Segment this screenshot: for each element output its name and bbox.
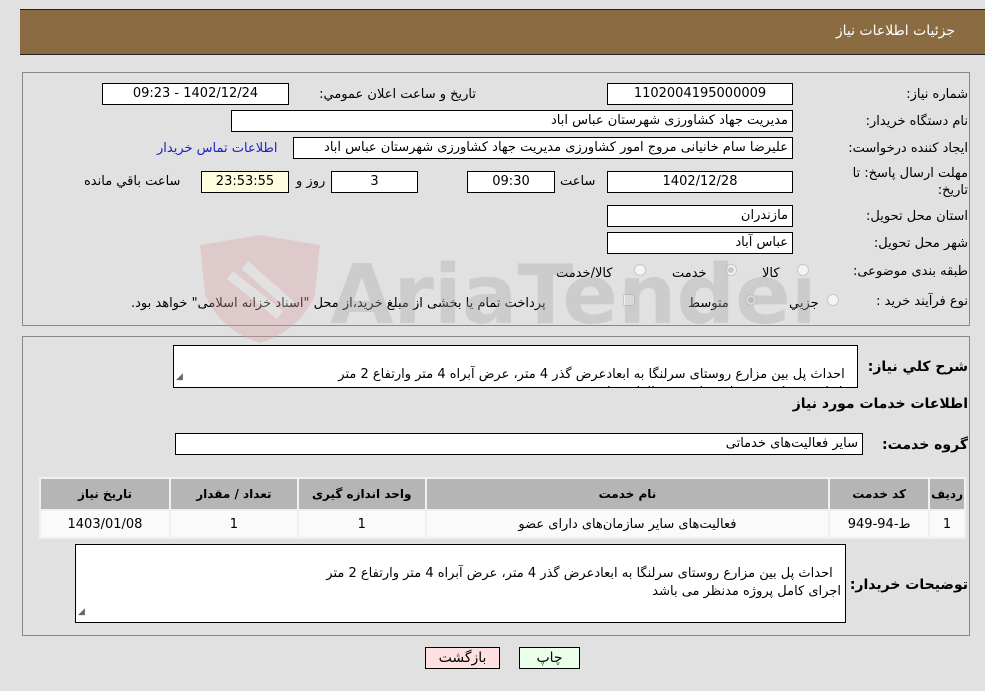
cell-quantity: 1 [170, 511, 297, 537]
resize-grip-icon[interactable]: ◢ [78, 603, 85, 621]
page-header: جزئیات اطلاعات نیاز [20, 9, 985, 55]
table-row: 1 ط-94-949 فعالیت‌های سایر سازمان‌های دا… [41, 511, 964, 537]
category-label: طبقه بندی موضوعی: [852, 264, 968, 279]
process-radio-medium[interactable] [745, 294, 757, 306]
deadline-date-field: 1402/12/28 [607, 171, 793, 193]
buyer-notes-text: احداث پل بین مزارع روستای سرلنگا به ابعا… [326, 566, 841, 599]
city-field: عباس آباد [607, 232, 793, 254]
need-number-label: شماره نیاز: [906, 87, 968, 102]
table-header-row: رديف کد خدمت نام خدمت واحد اندازه گيری ت… [41, 479, 964, 509]
col-service-code: کد خدمت [830, 479, 929, 509]
services-table: رديف کد خدمت نام خدمت واحد اندازه گيری ت… [39, 477, 966, 539]
back-button[interactable]: بازگشت [425, 647, 500, 669]
process-radio-minor[interactable] [827, 294, 839, 306]
summary-textarea[interactable]: احداث پل بین مزارع روستای سرلنگا به ابعا… [173, 345, 858, 388]
deadline-label: مهلت ارسال پاسخ: تا تاریخ: [852, 166, 968, 198]
print-button[interactable]: چاپ [519, 647, 580, 669]
category-option-goods-service: کالا/خدمت [556, 266, 613, 281]
col-service-name: نام خدمت [426, 479, 829, 509]
category-option-service: خدمت [672, 266, 707, 281]
announce-label: تاریخ و ساعت اعلان عمومي: [319, 87, 476, 102]
service-group-field: سایر فعالیت‌های خدماتی [175, 433, 863, 455]
deadline-time-label: ساعت [560, 174, 596, 189]
buyer-notes-label: توضيحات خريدار: [849, 577, 968, 593]
cell-service-name: فعالیت‌های سایر سازمان‌های دارای عضو [426, 511, 829, 537]
treasury-note: پرداخت تمام یا بخشی از مبلغ خرید،از محل … [131, 296, 546, 311]
city-label: شهر محل تحویل: [873, 236, 968, 251]
treasury-checkbox[interactable] [623, 294, 635, 306]
process-option-minor: جزيي [789, 296, 819, 311]
process-type-label: نوع فرآیند خرید : [876, 294, 968, 309]
col-unit: واحد اندازه گيری [298, 479, 425, 509]
resize-grip-icon[interactable]: ◢ [176, 368, 183, 386]
summary-text: احداث پل بین مزارع روستای سرلنگا به ابعا… [338, 367, 853, 387]
days-label: روز و [296, 174, 326, 189]
creator-label: ايجاد کننده درخواست: [848, 141, 968, 156]
summary-label: شرح کلي نياز: [867, 359, 968, 375]
process-option-medium: متوسط [688, 296, 729, 311]
days-remaining-field: 3 [331, 171, 418, 193]
buyer-org-field: مدیریت جهاد کشاورزی شهرستان عباس اباد [231, 110, 793, 132]
buyer-org-label: نام دستگاه خريدار: [865, 114, 968, 129]
cell-need-date: 1403/01/08 [41, 511, 169, 537]
col-need-date: تاريخ نياز [41, 479, 169, 509]
need-number-field: 1102004195000009 [607, 83, 793, 105]
col-quantity: تعداد / مقدار [170, 479, 297, 509]
category-radio-service[interactable] [725, 264, 737, 276]
services-heading: اطلاعات خدمات مورد نياز [792, 396, 968, 412]
cell-service-code: ط-94-949 [830, 511, 929, 537]
buyer-notes-textarea[interactable]: احداث پل بین مزارع روستای سرلنگا به ابعا… [75, 544, 846, 623]
col-row-number: رديف [930, 479, 964, 509]
buyer-contact-link[interactable]: اطلاعات تماس خریدار [157, 141, 277, 156]
cell-row-number: 1 [930, 511, 964, 537]
category-option-goods: کالا [762, 266, 780, 281]
page-title: جزئیات اطلاعات نیاز [835, 23, 955, 39]
cell-unit: 1 [298, 511, 425, 537]
remaining-time-field: 23:53:55 [201, 171, 289, 193]
category-radio-goods[interactable] [797, 264, 809, 276]
category-radio-goods-service[interactable] [634, 264, 646, 276]
deadline-time-field: 09:30 [467, 171, 555, 193]
announce-datetime-field: 1402/12/24 - 09:23 [102, 83, 289, 105]
remaining-time-label: ساعت باقي مانده [84, 174, 181, 189]
creator-field: علیرضا سام خانیانی مروج امور کشاورزی مدی… [293, 137, 793, 159]
service-group-label: گروه خدمت: [882, 437, 968, 453]
province-label: استان محل تحویل: [866, 209, 968, 224]
province-field: مازندران [607, 205, 793, 227]
